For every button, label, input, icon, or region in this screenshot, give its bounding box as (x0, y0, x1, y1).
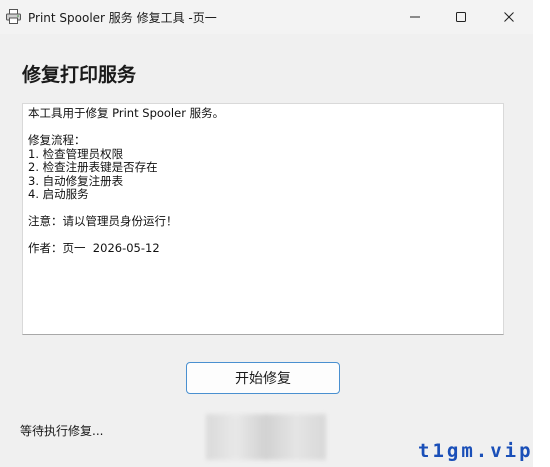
close-icon (504, 12, 514, 22)
title-bar[interactable]: Print Spooler 服务 修复工具 -页一 (0, 0, 533, 34)
blurred-region (206, 414, 326, 460)
page-title: 修复打印服务 (22, 64, 137, 86)
status-label: 等待执行修复... (20, 424, 104, 438)
window-title: Print Spooler 服务 修复工具 -页一 (28, 11, 217, 25)
maximize-icon (456, 12, 466, 22)
watermark-text: t1gm.vip (418, 440, 534, 462)
description-textbox[interactable]: 本工具用于修复 Print Spooler 服务。 修复流程： 1. 检查管理员… (22, 103, 504, 335)
minimize-icon (410, 16, 420, 18)
printer-icon (6, 9, 21, 24)
app-window: Print Spooler 服务 修复工具 -页一 修复打印服务 本工具用于修复… (0, 0, 533, 467)
maximize-button[interactable] (438, 0, 484, 34)
background-strip (533, 0, 550, 467)
minimize-button[interactable] (392, 0, 438, 34)
close-button[interactable] (486, 0, 532, 34)
start-repair-button[interactable]: 开始修复 (186, 362, 340, 394)
